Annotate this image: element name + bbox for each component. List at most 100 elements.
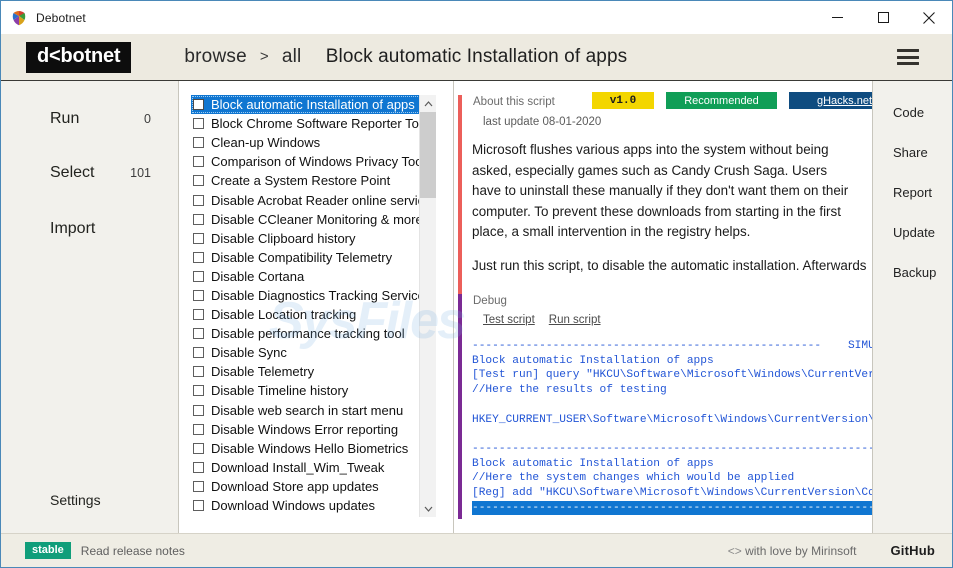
source-link-badge[interactable]: gHacks.net — [789, 92, 872, 109]
script-detail-panel: About this script last update 08-01-2020… — [454, 81, 873, 534]
checkbox-icon[interactable] — [193, 99, 204, 111]
rightnav-item-backup[interactable]: Backup — [873, 261, 952, 283]
title-bar: Debotnet — [1, 1, 952, 34]
list-item-label: Disable Compatibility Telemetry — [211, 249, 393, 265]
list-item-label: Create a System Restore Point — [211, 173, 391, 189]
list-item[interactable]: Create a System Restore Point — [191, 171, 437, 190]
list-item-label: Disable Timeline history — [211, 383, 349, 399]
checkbox-icon[interactable] — [193, 194, 204, 206]
checkbox-icon[interactable] — [193, 500, 204, 512]
rightnav-item-update[interactable]: Update — [873, 221, 952, 243]
list-item[interactable]: Disable Compatibility Telemetry — [191, 248, 437, 267]
rightnav-item-code[interactable]: Code — [873, 101, 952, 123]
sidebar-item-run[interactable]: Run 0 — [1, 104, 179, 134]
code-block2-line3: [Reg] add "HKCU\Software\Microsoft\Windo… — [472, 487, 872, 500]
list-item-label: Disable Cortana — [211, 268, 305, 284]
version-badge: v1.0 — [592, 92, 654, 109]
chevron-down-icon[interactable] — [420, 500, 436, 517]
checkbox-icon[interactable] — [193, 461, 204, 473]
badge-row: v1.0 Recommended gHacks.net — [592, 92, 872, 109]
sidebar-item-import[interactable]: Import — [1, 214, 179, 244]
list-item[interactable]: Download Install_Wim_Tweak — [191, 458, 437, 477]
sidebar-item-run-label: Run — [50, 110, 80, 127]
checkbox-icon[interactable] — [193, 137, 204, 149]
list-item[interactable]: Disable performance tracking tool — [191, 324, 437, 343]
recommended-badge: Recommended — [666, 92, 777, 109]
checkbox-icon[interactable] — [193, 328, 204, 340]
list-item[interactable]: Clean-up Windows — [191, 133, 437, 152]
checkbox-icon[interactable] — [193, 270, 204, 282]
list-item[interactable]: Comparison of Windows Privacy Tools — [191, 152, 437, 171]
app-header: d<botnet browse > all Block automatic In… — [1, 34, 952, 81]
list-item[interactable]: Block Chrome Software Reporter Tool — [191, 114, 437, 133]
chevron-up-icon[interactable] — [420, 95, 436, 112]
checkbox-icon[interactable] — [193, 385, 204, 397]
run-script-link[interactable]: Run script — [549, 314, 601, 326]
list-item[interactable]: Disable CCleaner Monitoring & more — [191, 210, 437, 229]
code-block1-line1: Block automatic Installation of apps — [472, 354, 714, 367]
script-list[interactable]: Block automatic Installation of apps Bloc… — [191, 95, 437, 517]
sidebar-item-settings[interactable]: Settings — [1, 485, 179, 515]
script-list-scrollbar[interactable] — [419, 95, 436, 517]
list-item[interactable]: Disable web search in start menu — [191, 401, 437, 420]
list-item[interactable]: Disable Cortana — [191, 267, 437, 286]
github-link[interactable]: GitHub — [890, 543, 935, 558]
code-arrows-icon: <> — [727, 543, 742, 558]
list-item[interactable]: Disable Windows Error reporting — [191, 420, 437, 439]
checkbox-icon[interactable] — [193, 213, 204, 225]
hamburger-menu-icon[interactable] — [897, 49, 919, 65]
list-item[interactable]: Download Store app updates — [191, 477, 437, 496]
code-block2-line1: Block automatic Installation of apps — [472, 457, 714, 470]
test-script-link[interactable]: Test script — [483, 314, 535, 326]
left-sidebar: Run 0 Select 101 Import Settings — [1, 81, 179, 534]
checkbox-icon[interactable] — [193, 423, 204, 435]
page-title: Block automatic Installation of apps — [325, 46, 628, 67]
checkbox-icon[interactable] — [193, 118, 204, 130]
code-block1-line3: //Here the results of testing — [472, 384, 667, 397]
checkbox-icon[interactable] — [193, 156, 204, 168]
checkbox-icon[interactable] — [193, 404, 204, 416]
close-icon[interactable] — [906, 1, 952, 34]
release-notes-link[interactable]: Read release notes — [81, 544, 185, 558]
minimize-icon[interactable] — [814, 1, 860, 34]
list-item[interactable]: Disable Sync — [191, 343, 437, 362]
list-item[interactable]: Block automatic Installation of apps — [191, 95, 431, 115]
last-update-text: last update 08-01-2020 — [483, 116, 602, 128]
about-accent-bar — [458, 95, 462, 296]
breadcrumb-current[interactable]: all — [282, 46, 302, 68]
maximize-icon[interactable] — [860, 1, 906, 34]
checkbox-icon[interactable] — [193, 175, 204, 187]
list-item[interactable]: Disable Clipboard history — [191, 229, 437, 248]
list-item[interactable]: Disable Telemetry — [191, 362, 437, 381]
list-item[interactable]: Disable Diagnostics Tracking Service — [191, 286, 437, 305]
checkbox-icon[interactable] — [193, 309, 204, 321]
rightnav-item-report[interactable]: Report — [873, 181, 952, 203]
list-item-label: Disable Clipboard history — [211, 230, 356, 246]
checkbox-icon[interactable] — [193, 347, 204, 359]
list-item[interactable]: Disable Location tracking — [191, 305, 437, 324]
list-item-label: Disable Diagnostics Tracking Service — [211, 287, 425, 303]
checkbox-icon[interactable] — [193, 480, 204, 492]
list-item[interactable]: Disable Acrobat Reader online service — [191, 190, 437, 209]
debotnet-shield-icon — [11, 10, 27, 26]
list-item[interactable]: Disable Timeline history — [191, 381, 437, 400]
script-list-panel: Block automatic Installation of apps Bloc… — [179, 81, 454, 534]
sidebar-item-select[interactable]: Select 101 — [1, 158, 179, 188]
sidebar-item-import-label: Import — [50, 220, 96, 237]
checkbox-icon[interactable] — [193, 442, 204, 454]
list-item[interactable]: Download Windows updates — [191, 496, 437, 515]
list-item-label: Disable web search in start menu — [211, 402, 404, 418]
list-item-label: Download Install_Wim_Tweak — [211, 459, 385, 475]
list-item-label: Disable CCleaner Monitoring & more — [211, 211, 423, 227]
list-item[interactable]: Disable Windows Hello Biometrics — [191, 439, 437, 458]
scrollbar-thumb[interactable] — [420, 112, 436, 198]
checkbox-icon[interactable] — [193, 366, 204, 378]
checkbox-icon[interactable] — [193, 251, 204, 263]
list-item-label: Disable Windows Hello Biometrics — [211, 440, 409, 456]
breadcrumb-root[interactable]: browse — [184, 46, 246, 68]
checkbox-icon[interactable] — [193, 232, 204, 244]
right-sidebar: Code Share Report Update Backup — [873, 81, 952, 534]
checkbox-icon[interactable] — [193, 289, 204, 301]
code-rule-top: ----------------------------------------… — [472, 340, 822, 352]
rightnav-item-share[interactable]: Share — [873, 141, 952, 163]
